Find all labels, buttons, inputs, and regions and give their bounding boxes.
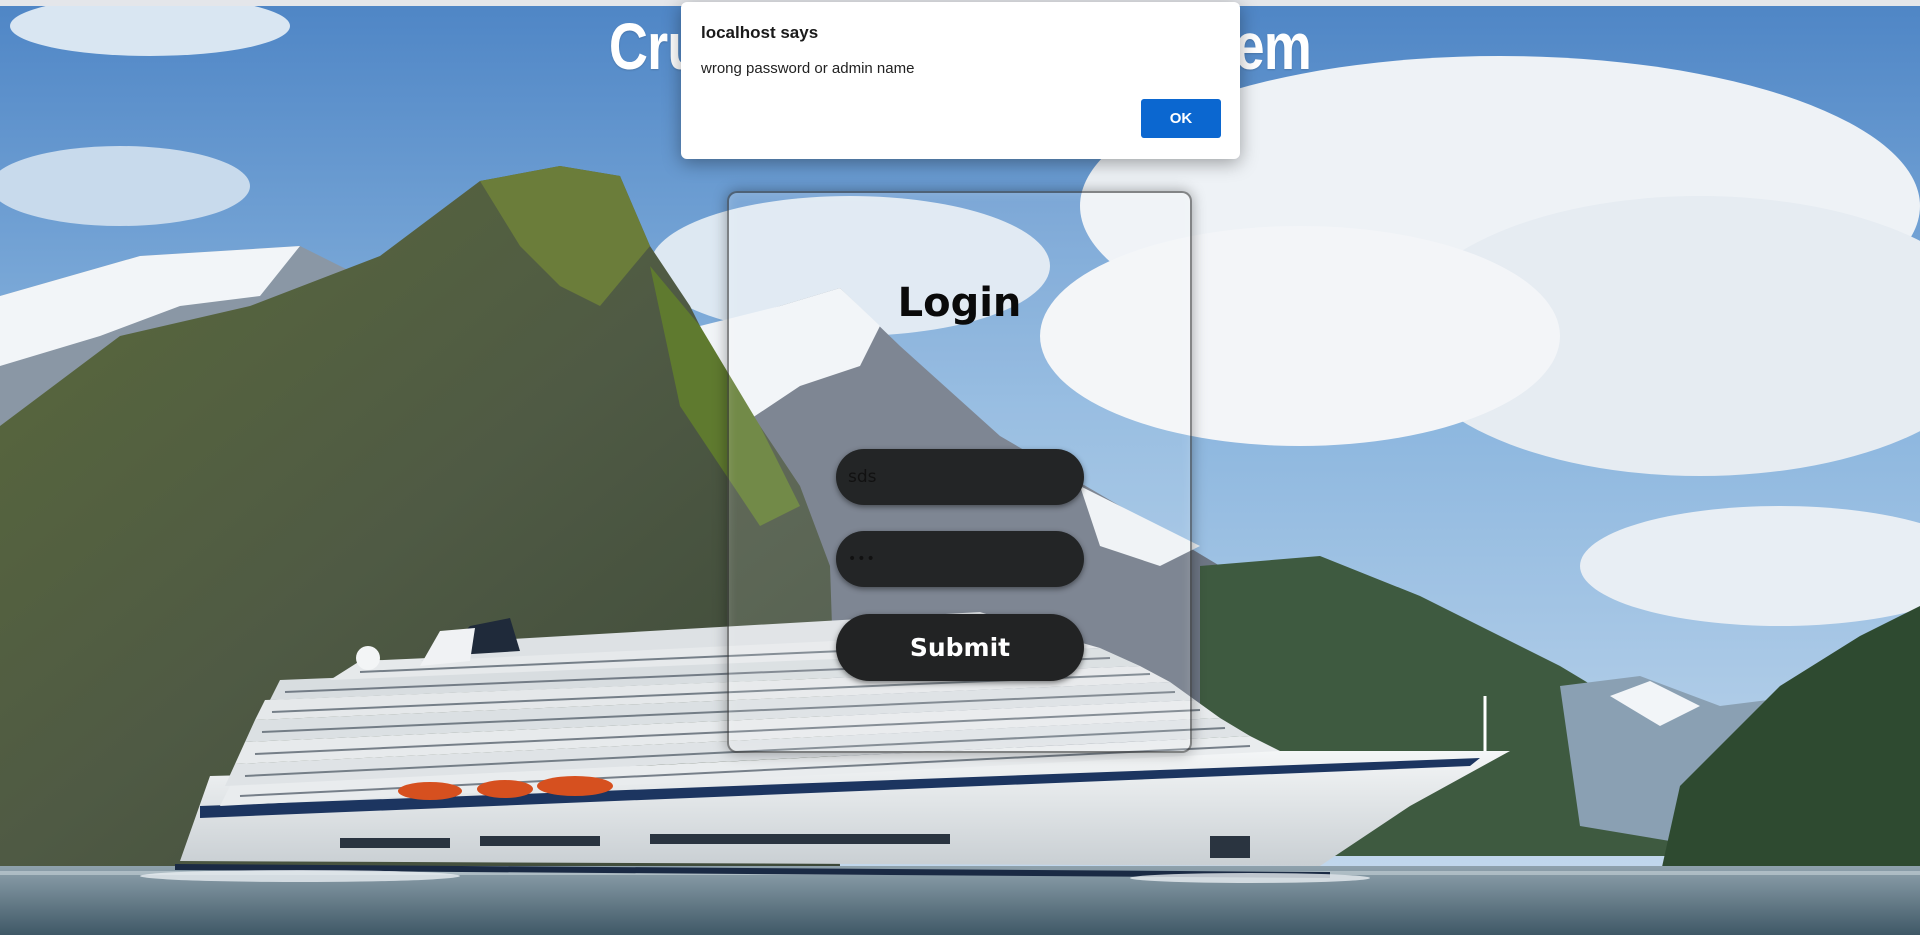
password-input[interactable] bbox=[836, 531, 1084, 587]
alert-dialog: localhost says wrong password or admin n… bbox=[681, 2, 1240, 159]
submit-button[interactable]: Submit bbox=[836, 614, 1084, 681]
admin-name-input[interactable] bbox=[836, 449, 1084, 505]
alert-title: localhost says bbox=[701, 23, 819, 42]
page: Cruise Management System Login Submit lo… bbox=[0, 0, 1920, 935]
alert-message: wrong password or admin name bbox=[701, 60, 915, 77]
login-heading: Login bbox=[897, 280, 1022, 326]
login-card: Login Submit bbox=[727, 191, 1192, 753]
alert-ok-button[interactable]: OK bbox=[1141, 99, 1221, 138]
